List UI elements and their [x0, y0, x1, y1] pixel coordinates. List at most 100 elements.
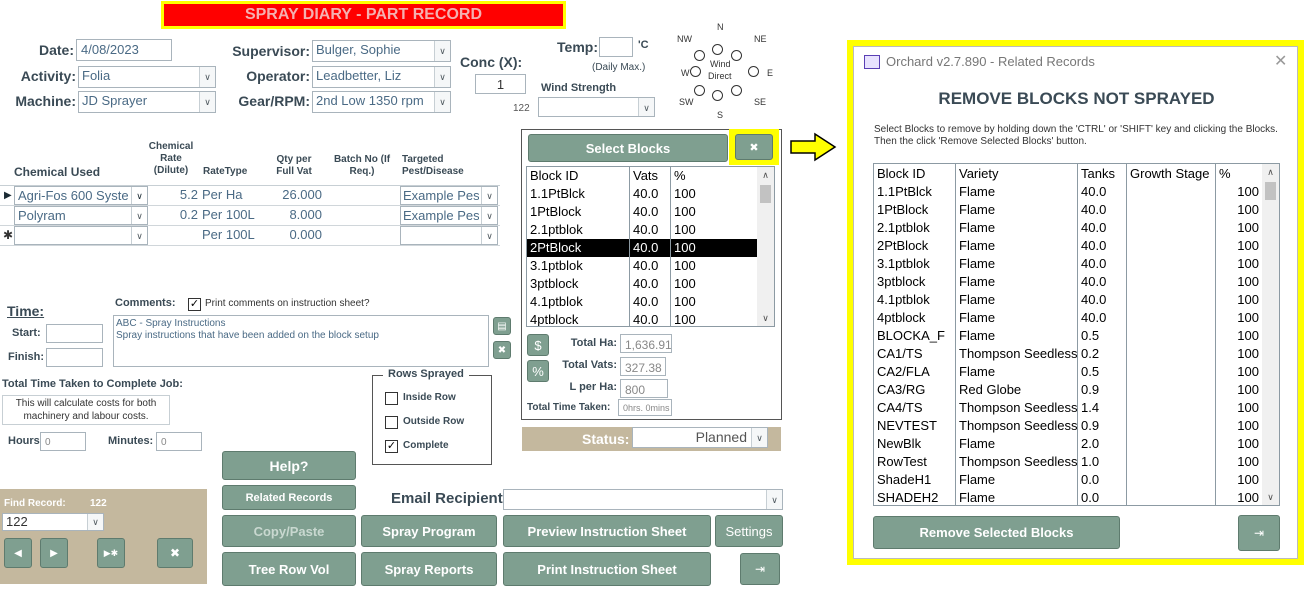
- list-item[interactable]: 1PtBlock Flame 40.0 100: [874, 201, 1264, 219]
- wind-w-radio[interactable]: [690, 66, 701, 77]
- preview-instruction-button[interactable]: Preview Instruction Sheet: [503, 515, 711, 547]
- list-item[interactable]: 3ptblock 40.0 100: [527, 275, 759, 293]
- list-item[interactable]: 3ptblock Flame 40.0 100: [874, 273, 1264, 291]
- scroll-thumb[interactable]: [1265, 182, 1276, 200]
- finish-field[interactable]: [46, 348, 103, 367]
- chemical-select[interactable]: ∨: [14, 226, 148, 245]
- status-select[interactable]: Planned ∨: [632, 427, 768, 448]
- list-item[interactable]: CA1/TS Thompson Seedless 0.2 100: [874, 345, 1264, 363]
- qty-value[interactable]: 0.000: [266, 226, 322, 244]
- list-item[interactable]: 2PtBlock Flame 40.0 100: [874, 237, 1264, 255]
- list-item[interactable]: RowTest Thompson Seedless 1.0 100: [874, 453, 1264, 471]
- chevron-down-icon[interactable]: ∨: [87, 514, 103, 530]
- qty-value[interactable]: 8.000: [266, 206, 322, 224]
- target-select[interactable]: Example Pes ∨: [400, 186, 498, 205]
- find-record-select[interactable]: 122 ∨: [2, 513, 104, 531]
- supervisor-select[interactable]: Bulger, Sophie ∨: [312, 40, 451, 62]
- list-item[interactable]: SHADEH2 Flame 0.0 100: [874, 489, 1264, 505]
- dialog-exit-door-icon[interactable]: ⇥: [1238, 515, 1280, 551]
- remove-selected-blocks-button[interactable]: Remove Selected Blocks: [873, 516, 1120, 549]
- spray-program-button[interactable]: Spray Program: [361, 515, 497, 547]
- list-item[interactable]: 1.1PtBlck 40.0 100: [527, 185, 759, 203]
- list-item[interactable]: 2.1ptblok 40.0 100: [527, 221, 759, 239]
- list-item[interactable]: 4.1ptblok Flame 40.0 100: [874, 291, 1264, 309]
- new-record-button-icon[interactable]: ▶✱: [97, 538, 125, 568]
- lperha-field[interactable]: 800: [620, 379, 668, 398]
- chevron-down-icon[interactable]: ∨: [434, 41, 450, 61]
- machine-select[interactable]: JD Sprayer ∨: [78, 91, 216, 113]
- date-field[interactable]: 4/08/2023: [76, 39, 172, 61]
- list-item[interactable]: 1PtBlock 40.0 100: [527, 203, 759, 221]
- temp-field[interactable]: [599, 37, 633, 57]
- chevron-down-icon[interactable]: ∨: [131, 187, 147, 204]
- gear-select[interactable]: 2nd Low 1350 rpm ∨: [312, 91, 451, 113]
- related-blocks-list[interactable]: Block ID Variety Tanks Growth Stage % 1.…: [873, 163, 1280, 506]
- dollar-button[interactable]: $: [527, 334, 549, 356]
- complete-checkbox[interactable]: ✓: [385, 440, 398, 453]
- table-row[interactable]: ✱ ∨ Per 100L 0.000 ∨: [0, 226, 500, 246]
- table-row[interactable]: ▶ Agri-Fos 600 Syste ∨ 5.2 Per Ha 26.000…: [0, 186, 500, 206]
- list-item[interactable]: 2.1ptblok Flame 40.0 100: [874, 219, 1264, 237]
- scroll-thumb[interactable]: [760, 185, 771, 203]
- batch-value[interactable]: [326, 206, 398, 224]
- wind-nw-radio[interactable]: [694, 50, 705, 61]
- batch-value[interactable]: [326, 186, 398, 204]
- chevron-down-icon[interactable]: ∨: [199, 67, 215, 87]
- target-select[interactable]: ∨: [400, 226, 498, 245]
- close-icon[interactable]: ✕: [1274, 51, 1287, 71]
- list-item[interactable]: 3.1ptblok Flame 40.0 100: [874, 255, 1264, 273]
- spray-reports-button[interactable]: Spray Reports: [361, 552, 497, 586]
- chevron-down-icon[interactable]: ∨: [199, 92, 215, 112]
- wind-ne-radio[interactable]: [731, 50, 742, 61]
- chevron-down-icon[interactable]: ∨: [434, 67, 450, 87]
- chemical-select[interactable]: Polyram ∨: [14, 206, 148, 225]
- copy-paste-button[interactable]: Copy/Paste: [222, 515, 356, 547]
- list-item[interactable]: 4ptblock Flame 40.0 100: [874, 309, 1264, 327]
- outside-row-checkbox[interactable]: [385, 416, 398, 429]
- list-item[interactable]: ShadeH1 Flame 0.0 100: [874, 471, 1264, 489]
- chemical-select[interactable]: Agri-Fos 600 Syste ∨: [14, 186, 148, 205]
- chevron-down-icon[interactable]: ∨: [751, 428, 767, 447]
- chevron-down-icon[interactable]: ∨: [131, 207, 147, 224]
- scroll-up-icon[interactable]: ∧: [1262, 164, 1279, 180]
- list-item[interactable]: CA4/TS Thompson Seedless 1.4 100: [874, 399, 1264, 417]
- tree-row-vol-button[interactable]: Tree Row Vol: [222, 552, 356, 586]
- target-select[interactable]: Example Pes ∨: [400, 206, 498, 225]
- comments-box[interactable]: ABC - Spray Instructions Spray instructi…: [113, 315, 489, 367]
- list-item[interactable]: 1.1PtBlck Flame 40.0 100: [874, 183, 1264, 201]
- scroll-down-icon[interactable]: ∨: [1262, 489, 1279, 505]
- wind-strength-select[interactable]: ∨: [538, 97, 655, 117]
- chevron-down-icon[interactable]: ∨: [766, 490, 782, 509]
- hours-field[interactable]: 0: [40, 432, 86, 451]
- wind-s-radio[interactable]: [712, 90, 723, 101]
- list-item[interactable]: CA2/FLA Flame 0.5 100: [874, 363, 1264, 381]
- chevron-down-icon[interactable]: ∨: [481, 187, 497, 204]
- list-item-selected[interactable]: 2PtBlock 40.0 100: [527, 239, 759, 257]
- total-time-taken-field[interactable]: 0hrs. 0mins: [618, 399, 672, 416]
- minutes-field[interactable]: 0: [156, 432, 202, 451]
- percent-button[interactable]: %: [527, 360, 549, 382]
- chevron-down-icon[interactable]: ∨: [481, 207, 497, 224]
- rate-value[interactable]: 0.2: [150, 206, 198, 224]
- wind-n-radio[interactable]: [712, 44, 723, 55]
- exit-door-icon[interactable]: ⇥: [740, 553, 780, 585]
- prev-record-icon[interactable]: ◀: [4, 538, 32, 568]
- delete-record-icon[interactable]: ✖: [157, 538, 193, 568]
- clear-comments-icon[interactable]: ✖: [493, 341, 511, 359]
- edit-comments-icon[interactable]: ▤: [493, 317, 511, 335]
- next-record-icon[interactable]: ▶: [40, 538, 68, 568]
- chevron-down-icon[interactable]: ∨: [131, 227, 147, 244]
- scroll-down-icon[interactable]: ∨: [757, 310, 774, 326]
- list-item[interactable]: NewBlk Flame 2.0 100: [874, 435, 1264, 453]
- related-records-button[interactable]: Related Records: [222, 485, 356, 510]
- inside-row-checkbox[interactable]: [385, 392, 398, 405]
- wind-sw-radio[interactable]: [694, 85, 705, 96]
- chevron-down-icon[interactable]: ∨: [481, 227, 497, 244]
- list-item[interactable]: NEVTEST Thompson Seedless 0.9 100: [874, 417, 1264, 435]
- related-scrollbar[interactable]: ∧ ∨: [1262, 164, 1279, 505]
- wind-e-radio[interactable]: [748, 66, 759, 77]
- settings-button[interactable]: Settings: [715, 515, 783, 547]
- ratetype-value[interactable]: Per 100L: [202, 206, 264, 224]
- chevron-down-icon[interactable]: ∨: [434, 92, 450, 112]
- rate-value[interactable]: 5.2: [150, 186, 198, 204]
